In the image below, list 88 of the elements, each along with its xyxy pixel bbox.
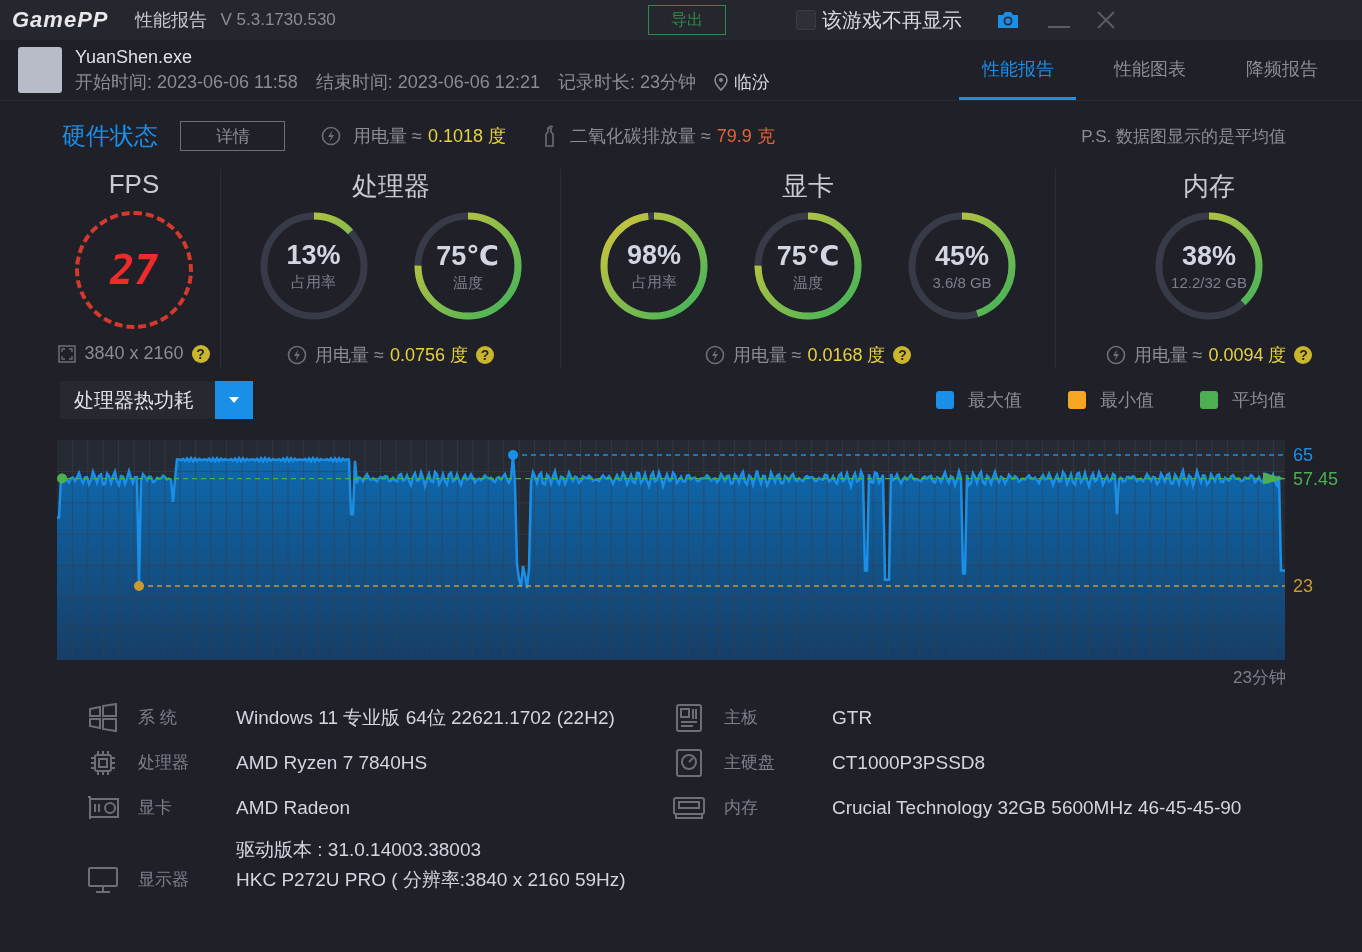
spec-value: HKC P272U PRO ( 分辨率:3840 x 2160 59Hz) xyxy=(236,868,626,892)
lightning-icon xyxy=(1105,345,1126,365)
gauge-label: 占用率 xyxy=(291,273,336,292)
spec-value: CT1000P3PSSD8 xyxy=(832,751,986,775)
fullscreen-icon xyxy=(58,344,77,363)
app-logo: GamePP xyxy=(12,7,109,33)
gauge-value: 75℃ xyxy=(776,239,840,272)
help-icon[interactable]: ? xyxy=(191,344,210,363)
version-text: V 5.3.1730.530 xyxy=(220,10,336,30)
monitor-icon xyxy=(86,865,120,895)
panel-title: 显卡 xyxy=(782,170,834,203)
power-label: 用电量 ≈ xyxy=(732,344,802,367)
lightning-icon xyxy=(287,345,307,365)
location-pin-icon xyxy=(713,72,728,91)
spec-label: 显示器 xyxy=(138,869,190,891)
help-icon[interactable]: ? xyxy=(475,346,494,364)
spec-label: 显卡 xyxy=(138,797,173,819)
axis-label: 23分钟 xyxy=(1233,668,1286,687)
lightning-icon xyxy=(321,126,341,146)
checkbox-label: 该游戏不再显示 xyxy=(821,7,962,33)
camera-icon[interactable] xyxy=(995,10,1020,30)
gauge-label: 温度 xyxy=(793,273,823,293)
windows-logo-icon xyxy=(86,703,120,733)
section-title: 硬件状态 xyxy=(62,121,158,151)
tab[interactable]: 降频报告 xyxy=(1223,40,1340,100)
gauge-label: 3.6/8 GB xyxy=(932,274,992,291)
duration-text: 记录时长: 23分钟 xyxy=(557,70,696,94)
caret-icon xyxy=(228,396,240,404)
power-value: 0.1018 度 xyxy=(427,125,506,148)
gauge-value: 98% xyxy=(626,240,681,271)
fps-value: 27 xyxy=(109,247,159,293)
legend-label: 最大值 xyxy=(968,389,1022,412)
power-label: 用电量 ≈ xyxy=(315,344,384,367)
close-icon[interactable] xyxy=(1095,10,1116,30)
spec-label: 主硬盘 xyxy=(724,752,776,774)
spec-value: 驱动版本 : 31.0.14003.38003 xyxy=(236,838,482,862)
arrowhead-icon xyxy=(1263,472,1285,485)
panel-title: 处理器 xyxy=(351,170,430,203)
gauge-value: 75℃ xyxy=(436,239,499,272)
gauge-value: 45% xyxy=(934,241,989,272)
spec-label: 处理器 xyxy=(138,752,190,774)
power-label: 用电量 ≈ xyxy=(353,125,422,148)
end-time: 结束时间: 2023-06-06 12:21 xyxy=(315,70,540,94)
export-button[interactable]: 导出 xyxy=(647,5,726,35)
help-icon[interactable]: ? xyxy=(893,346,912,364)
power-label: 用电量 ≈ xyxy=(1133,344,1203,367)
spec-value: Windows 11 专业版 64位 22621.1702 (22H2) xyxy=(236,706,615,730)
co2-label: 二氧化碳排放量 ≈ xyxy=(569,125,711,148)
gauge-label: 温度 xyxy=(452,273,483,293)
lightning-icon xyxy=(704,345,725,365)
spec-label: 系 统 xyxy=(138,707,178,729)
marker-value: 65 xyxy=(1293,445,1314,466)
game-avatar xyxy=(18,47,62,93)
start-time: 开始时间: 2023-06-06 11:58 xyxy=(75,70,298,94)
gauge-label: 占用率 xyxy=(631,273,677,292)
resolution-text: 3840 x 2160 xyxy=(84,343,184,364)
power-value: 0.0168 度 xyxy=(807,344,886,367)
spec-label: 主板 xyxy=(724,707,759,729)
location-text: 临汾 xyxy=(733,70,770,94)
metric-dropdown[interactable]: 处理器热功耗 xyxy=(60,381,253,419)
tab[interactable]: 性能报告 xyxy=(959,40,1076,100)
marker-value: 23 xyxy=(1293,576,1314,597)
spec-value: Crucial Technology 32GB 5600MHz 46-45-45-90 xyxy=(832,796,1242,820)
marker-dot xyxy=(57,473,67,484)
help-icon[interactable]: ? xyxy=(1294,346,1313,364)
spec-value: AMD Radeon xyxy=(236,796,352,820)
details-button[interactable]: 详情 xyxy=(180,121,285,151)
gauge-value: 38% xyxy=(1181,241,1236,272)
marker-dot xyxy=(508,450,518,460)
window-title: 性能报告 xyxy=(134,9,207,32)
gauge-value: 13% xyxy=(286,240,341,271)
legend-label: 平均值 xyxy=(1232,389,1286,412)
power-value: 0.0094 度 xyxy=(1208,344,1287,367)
panel-title: FPS xyxy=(108,169,160,201)
spec-label: 内存 xyxy=(724,797,759,819)
spec-value: AMD Ryzen 7 7840HS xyxy=(236,751,428,775)
note-text: P.S. 数据图显示的是平均值 xyxy=(1081,125,1286,148)
power-value: 0.0756 度 xyxy=(389,344,468,367)
co2-value: 79.9 克 xyxy=(716,125,775,148)
legend-label: 最小值 xyxy=(1100,389,1154,412)
tab[interactable]: 性能图表 xyxy=(1091,40,1208,100)
gauge-label: 12.2/32 GB xyxy=(1171,274,1247,291)
marker-dot xyxy=(134,581,144,591)
process-name: YuanShen.exe xyxy=(75,46,194,68)
minimize-icon[interactable] xyxy=(1047,25,1070,29)
panel-title: 内存 xyxy=(1183,170,1235,203)
spec-value: GTR xyxy=(832,706,873,730)
marker-value: 57.45 xyxy=(1293,468,1339,490)
